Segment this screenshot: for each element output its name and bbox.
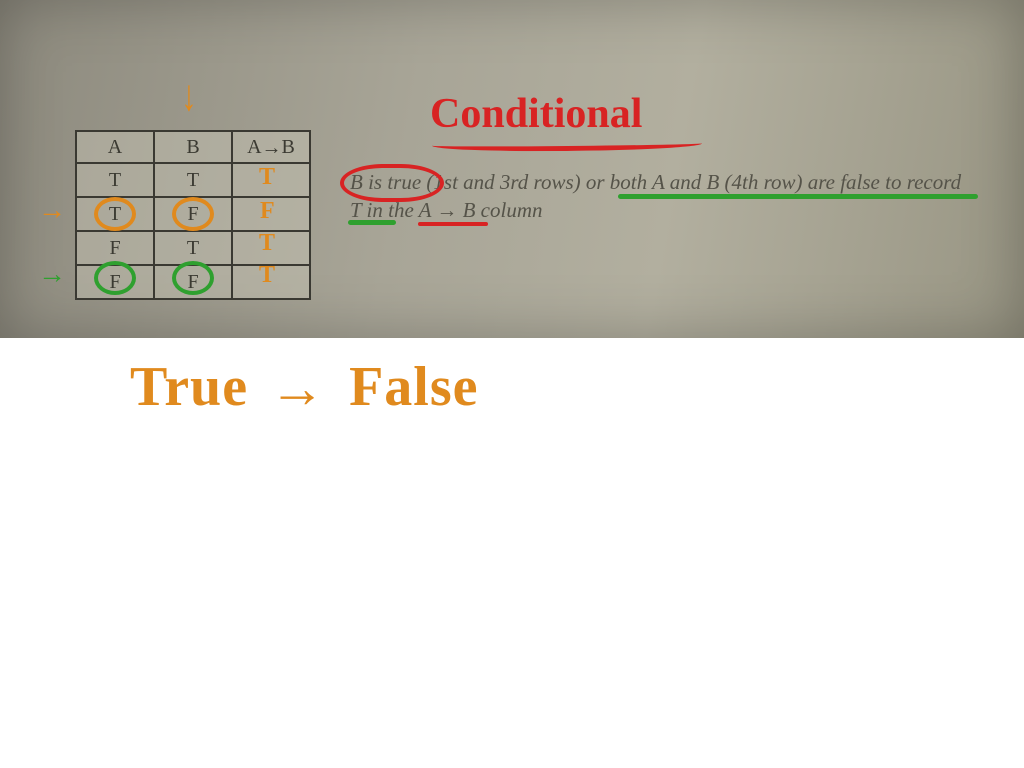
handwriting-true-implies-false: True → False bbox=[130, 355, 478, 419]
header-b: B bbox=[154, 131, 232, 163]
handwriting-false: False bbox=[349, 356, 478, 418]
conditional-title: Conditional bbox=[430, 90, 642, 138]
conditional-title-underline bbox=[432, 137, 702, 152]
cell-a: F bbox=[76, 231, 154, 265]
worksheet-photo-region: A B A→B T T T F F T F F T F T T ↓ → bbox=[0, 0, 1024, 338]
overlay-result-row4: T bbox=[259, 262, 275, 289]
green-underline-phrase bbox=[618, 194, 978, 199]
orange-circle-row2-a bbox=[94, 197, 136, 231]
green-circle-row4-b bbox=[172, 261, 214, 295]
orange-circle-row2-b bbox=[172, 197, 214, 231]
right-arrow-icon: → bbox=[269, 357, 326, 421]
right-arrow-row2-icon: → bbox=[38, 195, 66, 227]
overlay-result-row2: F bbox=[260, 198, 275, 225]
overlay-result-row1: T bbox=[259, 164, 275, 191]
cell-b: T bbox=[154, 231, 232, 265]
header-a: A bbox=[76, 131, 154, 163]
green-circle-row4-a bbox=[94, 261, 136, 295]
header-a-implies-b: A→B bbox=[232, 131, 310, 163]
down-arrow-icon: ↓ bbox=[181, 70, 196, 121]
cell-a: T bbox=[76, 163, 154, 197]
handwriting-true: True bbox=[130, 356, 248, 418]
cell-b: T bbox=[154, 163, 232, 197]
green-underline-false bbox=[348, 220, 396, 225]
overlay-result-row3: T bbox=[259, 230, 275, 257]
right-arrow-row4-icon: → bbox=[38, 259, 66, 291]
red-oval-b-is-true bbox=[340, 164, 444, 202]
table-header-row: A B A→B bbox=[76, 131, 310, 163]
red-underline-record bbox=[418, 222, 488, 226]
